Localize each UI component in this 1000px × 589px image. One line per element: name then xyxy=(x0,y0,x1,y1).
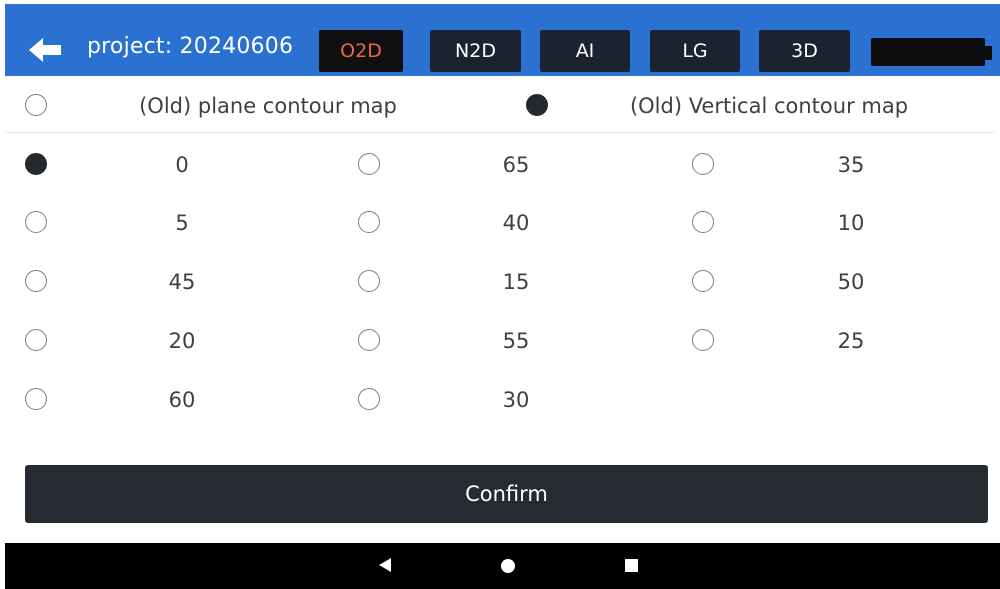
tab-o2d[interactable]: O2D xyxy=(319,30,403,72)
radio-angle-50[interactable] xyxy=(692,270,714,292)
nav-back-icon[interactable] xyxy=(379,558,391,572)
angle-option-label: 60 xyxy=(168,388,196,412)
tab-n2d-label: N2D xyxy=(455,40,496,62)
angle-option-label: 50 xyxy=(837,270,865,294)
angle-option-label: 20 xyxy=(168,329,196,353)
tab-ai[interactable]: AI xyxy=(540,30,630,72)
radio-angle-25[interactable] xyxy=(692,329,714,351)
tab-ai-label: AI xyxy=(575,40,595,62)
radio-angle-10[interactable] xyxy=(692,211,714,233)
radio-angle-0[interactable] xyxy=(25,153,47,175)
radio-angle-40[interactable] xyxy=(358,211,380,233)
angle-option-label: 40 xyxy=(502,211,530,235)
tab-lg-label: LG xyxy=(682,40,708,62)
battery-icon xyxy=(871,38,985,66)
confirm-button[interactable]: Confirm xyxy=(25,465,988,523)
system-navigation-bar xyxy=(5,543,1000,589)
label-plane-contour-map: (Old) plane contour map xyxy=(139,94,397,118)
tab-lg[interactable]: LG xyxy=(650,30,740,72)
confirm-button-label: Confirm xyxy=(465,482,548,506)
nav-recent-apps-icon[interactable] xyxy=(625,559,638,572)
radio-angle-15[interactable] xyxy=(358,270,380,292)
angle-option-label: 0 xyxy=(175,153,189,177)
radio-angle-20[interactable] xyxy=(25,329,47,351)
radio-plane-contour-map[interactable] xyxy=(25,94,47,116)
angle-option-label: 10 xyxy=(837,211,865,235)
angle-option-label: 25 xyxy=(837,329,865,353)
radio-angle-45[interactable] xyxy=(25,270,47,292)
angle-option-label: 5 xyxy=(175,211,189,235)
radio-angle-30[interactable] xyxy=(358,388,380,410)
back-arrow-icon[interactable] xyxy=(29,38,63,62)
angle-option-label: 15 xyxy=(502,270,530,294)
tab-n2d[interactable]: N2D xyxy=(430,30,521,72)
angle-option-label: 65 xyxy=(502,153,530,177)
app-header: project: 20240606 O2D N2D AI LG 3D xyxy=(5,4,1000,76)
radio-angle-55[interactable] xyxy=(358,329,380,351)
left-frame-edge xyxy=(0,0,5,589)
radio-angle-35[interactable] xyxy=(692,153,714,175)
angle-option-label: 35 xyxy=(837,153,865,177)
radio-vertical-contour-map[interactable] xyxy=(526,94,548,116)
angle-option-label: 30 xyxy=(502,388,530,412)
tab-o2d-label: O2D xyxy=(340,40,382,62)
nav-home-icon[interactable] xyxy=(501,559,515,573)
label-vertical-contour-map: (Old) Vertical contour map xyxy=(629,94,909,118)
battery-tip xyxy=(984,46,992,60)
angle-option-label: 45 xyxy=(168,270,196,294)
tab-3d-label: 3D xyxy=(791,40,818,62)
radio-angle-5[interactable] xyxy=(25,211,47,233)
angle-option-label: 55 xyxy=(502,329,530,353)
radio-angle-60[interactable] xyxy=(25,388,47,410)
radio-angle-65[interactable] xyxy=(358,153,380,175)
tab-3d[interactable]: 3D xyxy=(759,30,850,72)
project-title: project: 20240606 xyxy=(87,34,294,59)
section-divider xyxy=(5,132,995,133)
